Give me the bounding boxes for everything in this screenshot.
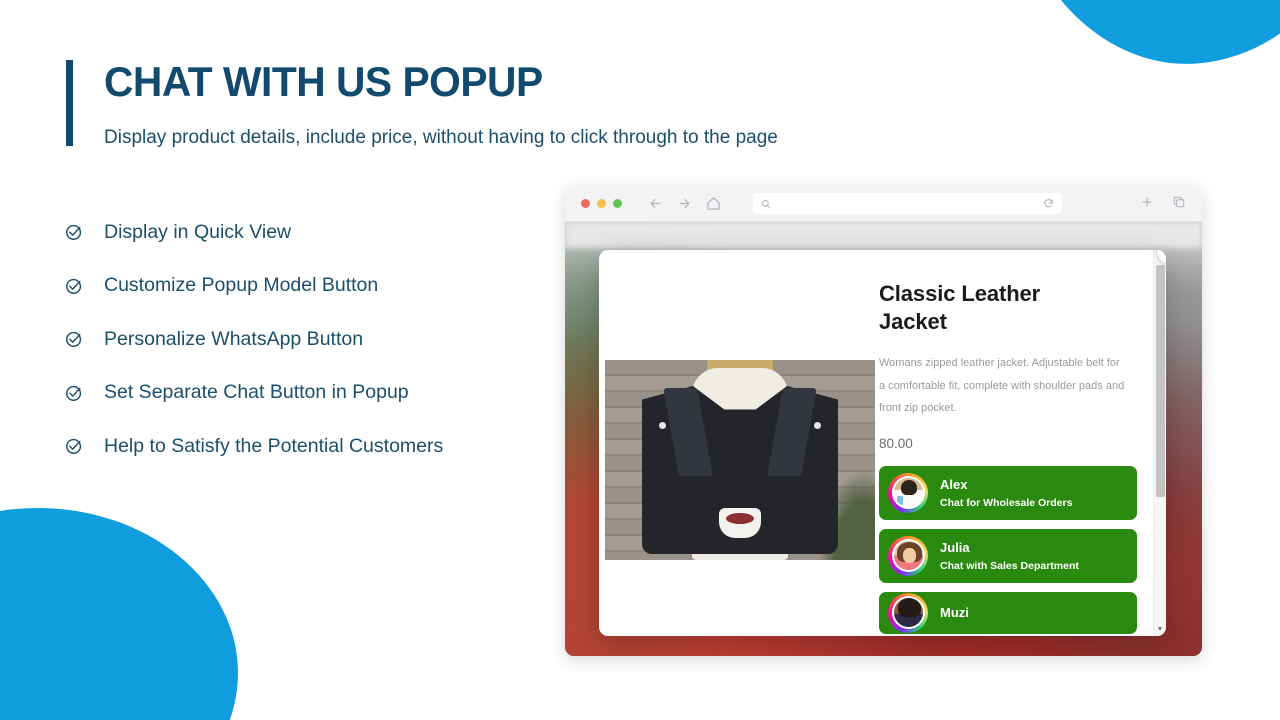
browser-window-mockup: × Classic Leather Jacket Womans zipped l… [565,186,1202,656]
muzi-avatar [888,592,928,633]
maximize-window-dot[interactable] [613,199,622,208]
quick-view-modal: × Classic Leather Jacket Womans zipped l… [599,250,1166,636]
scroll-down-arrow-icon[interactable]: ▼ [1157,623,1164,636]
modal-details-column: × Classic Leather Jacket Womans zipped l… [879,250,1166,636]
list-item-label: Set Separate Chat Button in Popup [104,381,409,403]
list-item: Customize Popup Model Button [64,270,534,302]
left-content-column: CHAT WITH US POPUP Display product detai… [0,0,778,720]
check-circle-icon [64,329,104,349]
decorative-blob-top-right [1004,0,1280,82]
list-item: Help to Satisfy the Potential Customers [64,430,534,462]
scrollbar-track[interactable] [1154,263,1166,623]
chat-button-text: Julia Chat with Sales Department [940,539,1079,572]
chat-button-text: Alex Chat for Wholesale Orders [940,476,1072,509]
background-page-header [565,222,1202,248]
copy-tabs-icon[interactable] [1172,195,1186,214]
arrow-right-icon[interactable] [677,196,692,211]
search-icon [761,199,771,209]
address-input[interactable] [776,198,1043,209]
page-subtitle: Display product details, include price, … [104,127,778,148]
product-description: Womans zipped leather jacket. Adjustable… [879,357,1125,415]
feature-list: Display in Quick View Customize Popup Mo… [64,216,534,484]
chat-agent-name: Julia [940,540,970,556]
reload-icon[interactable] [1043,198,1054,209]
chat-agent-name: Alex [940,477,968,493]
chat-agent-list: Alex Chat for Wholesale Orders Julia Cha… [879,465,1137,634]
list-item-label: Display in Quick View [104,220,292,243]
product-image [605,360,875,560]
scrollbar-thumb[interactable] [1156,265,1165,497]
minimize-window-dot[interactable] [597,199,606,208]
product-title: Classic Leather Jacket [879,281,1041,335]
slide-canvas: CHAT WITH US POPUP Display product detai… [0,0,1280,720]
list-item: Set Separate Chat Button in Popup [64,377,534,409]
browser-nav-buttons [648,196,721,211]
close-window-dot[interactable] [581,199,590,208]
address-bar[interactable] [753,193,1062,214]
plus-icon[interactable] [1140,195,1154,214]
check-circle-icon [64,222,104,242]
chat-button-text: Muzi [940,604,969,622]
list-item-label: Help to Satisfy the Potential Customers [104,434,444,457]
chat-button-alex[interactable]: Alex Chat for Wholesale Orders [879,465,1137,520]
title-accent-bar [66,60,73,146]
chat-agent-subtitle: Chat with Sales Department [940,560,1079,573]
modal-scrollbar[interactable]: ▲ ▼ [1153,250,1166,636]
chat-agent-subtitle: Chat for Wholesale Orders [940,497,1073,510]
chat-agent-name: Muzi [940,604,969,620]
chat-button-julia[interactable]: Julia Chat with Sales Department [879,528,1137,583]
page-title: CHAT WITH US POPUP [104,58,543,105]
arrow-left-icon[interactable] [648,196,663,211]
alex-avatar [888,472,928,513]
product-price: 80.00 [879,435,913,451]
chat-button-muzi[interactable]: Muzi [879,591,1137,634]
check-circle-icon [64,436,104,456]
home-icon[interactable] [706,196,721,211]
photo-jacket-stud-left [659,422,666,429]
traffic-lights [581,199,622,208]
photo-coffee-cup [719,508,761,538]
list-item-label: Personalize WhatsApp Button [104,327,364,350]
photo-jacket-stud-right [814,422,821,429]
browser-chrome [565,186,1202,222]
browser-right-icons [1140,186,1186,222]
modal-image-column [599,250,879,636]
julia-avatar [888,535,928,576]
list-item: Display in Quick View [64,216,534,248]
list-item-label: Customize Popup Model Button [104,274,379,296]
check-circle-icon [64,276,104,296]
list-item: Personalize WhatsApp Button [64,323,534,355]
check-circle-icon [64,383,104,403]
browser-viewport: × Classic Leather Jacket Womans zipped l… [565,222,1202,656]
